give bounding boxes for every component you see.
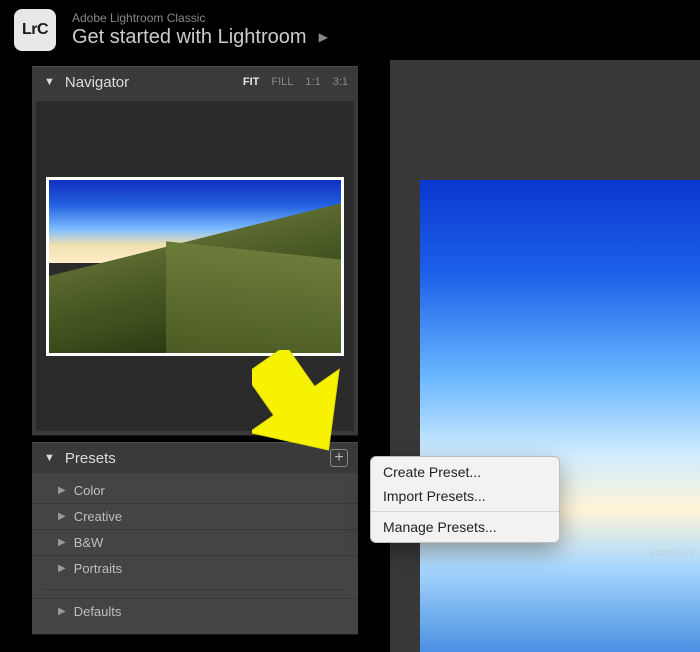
chevron-down-icon: ▼ — [44, 76, 55, 88]
get-started-label: Get started with Lightroom — [72, 25, 307, 49]
plus-icon: + — [334, 450, 343, 466]
app-title: Adobe Lightroom Classic — [72, 11, 328, 25]
chevron-down-icon: ▼ — [44, 452, 55, 464]
preview-image — [420, 180, 700, 652]
preset-group-defaults[interactable]: ▶ Defaults — [32, 598, 358, 624]
navigator-header[interactable]: ▼ Navigator FIT FILL 1:1 3:1 — [32, 67, 358, 97]
get-started-link[interactable]: Get started with Lightroom ▶ — [72, 25, 328, 49]
preset-group-color[interactable]: ▶ Color — [32, 477, 358, 503]
presets-title: Presets — [65, 450, 330, 467]
main-preview[interactable] — [390, 60, 700, 652]
navigator-title: Navigator — [65, 74, 243, 91]
app-header: LrC Adobe Lightroom Classic Get started … — [0, 0, 700, 60]
navigator-zoom-modes: FIT FILL 1:1 3:1 — [243, 76, 348, 88]
presets-body: ▶ Color ▶ Creative ▶ B&W ▶ Portraits ▶ Defaul… — [32, 473, 358, 634]
zoom-fit[interactable]: FIT — [243, 76, 260, 88]
preset-group-creative[interactable]: ▶ Creative — [32, 503, 358, 529]
preset-group-label: Color — [74, 483, 105, 498]
play-icon: ▶ — [319, 25, 328, 49]
zoom-3-1[interactable]: 3:1 — [333, 76, 348, 88]
left-sidebar: ▼ Navigator FIT FILL 1:1 3:1 — [0, 60, 390, 652]
zoom-1-1[interactable]: 1:1 — [305, 76, 320, 88]
chevron-right-icon: ▶ — [58, 511, 66, 522]
watermark: wsxdn.com — [649, 548, 694, 558]
chevron-right-icon: ▶ — [58, 606, 66, 617]
zoom-fill[interactable]: FILL — [271, 76, 293, 88]
navigator-body — [32, 97, 358, 435]
navigator-thumbnail-area — [36, 101, 354, 431]
menu-import-presets[interactable]: Import Presets... — [371, 484, 559, 508]
chevron-right-icon: ▶ — [58, 485, 66, 496]
preset-group-label: Portraits — [74, 561, 122, 576]
add-preset-button[interactable]: + — [330, 449, 348, 467]
navigator-panel: ▼ Navigator FIT FILL 1:1 3:1 — [32, 66, 358, 436]
preset-group-bw[interactable]: ▶ B&W — [32, 529, 358, 555]
preset-group-label: Defaults — [74, 604, 122, 619]
app-icon: LrC — [14, 9, 56, 51]
preset-group-label: B&W — [74, 535, 104, 550]
chevron-right-icon: ▶ — [58, 563, 66, 574]
presets-header[interactable]: ▼ Presets + — [32, 443, 358, 473]
menu-manage-presets[interactable]: Manage Presets... — [371, 515, 559, 539]
menu-separator — [371, 511, 559, 512]
menu-create-preset[interactable]: Create Preset... — [371, 460, 559, 484]
preset-context-menu: Create Preset... Import Presets... Manag… — [370, 456, 560, 543]
preset-group-label: Creative — [74, 509, 122, 524]
chevron-right-icon: ▶ — [58, 537, 66, 548]
presets-divider — [42, 589, 348, 590]
presets-panel: ▼ Presets + ▶ Color ▶ Creative ▶ B&W ▶ Portr… — [32, 442, 358, 635]
navigator-thumbnail[interactable] — [46, 177, 344, 356]
preset-group-portraits[interactable]: ▶ Portraits — [32, 555, 358, 581]
